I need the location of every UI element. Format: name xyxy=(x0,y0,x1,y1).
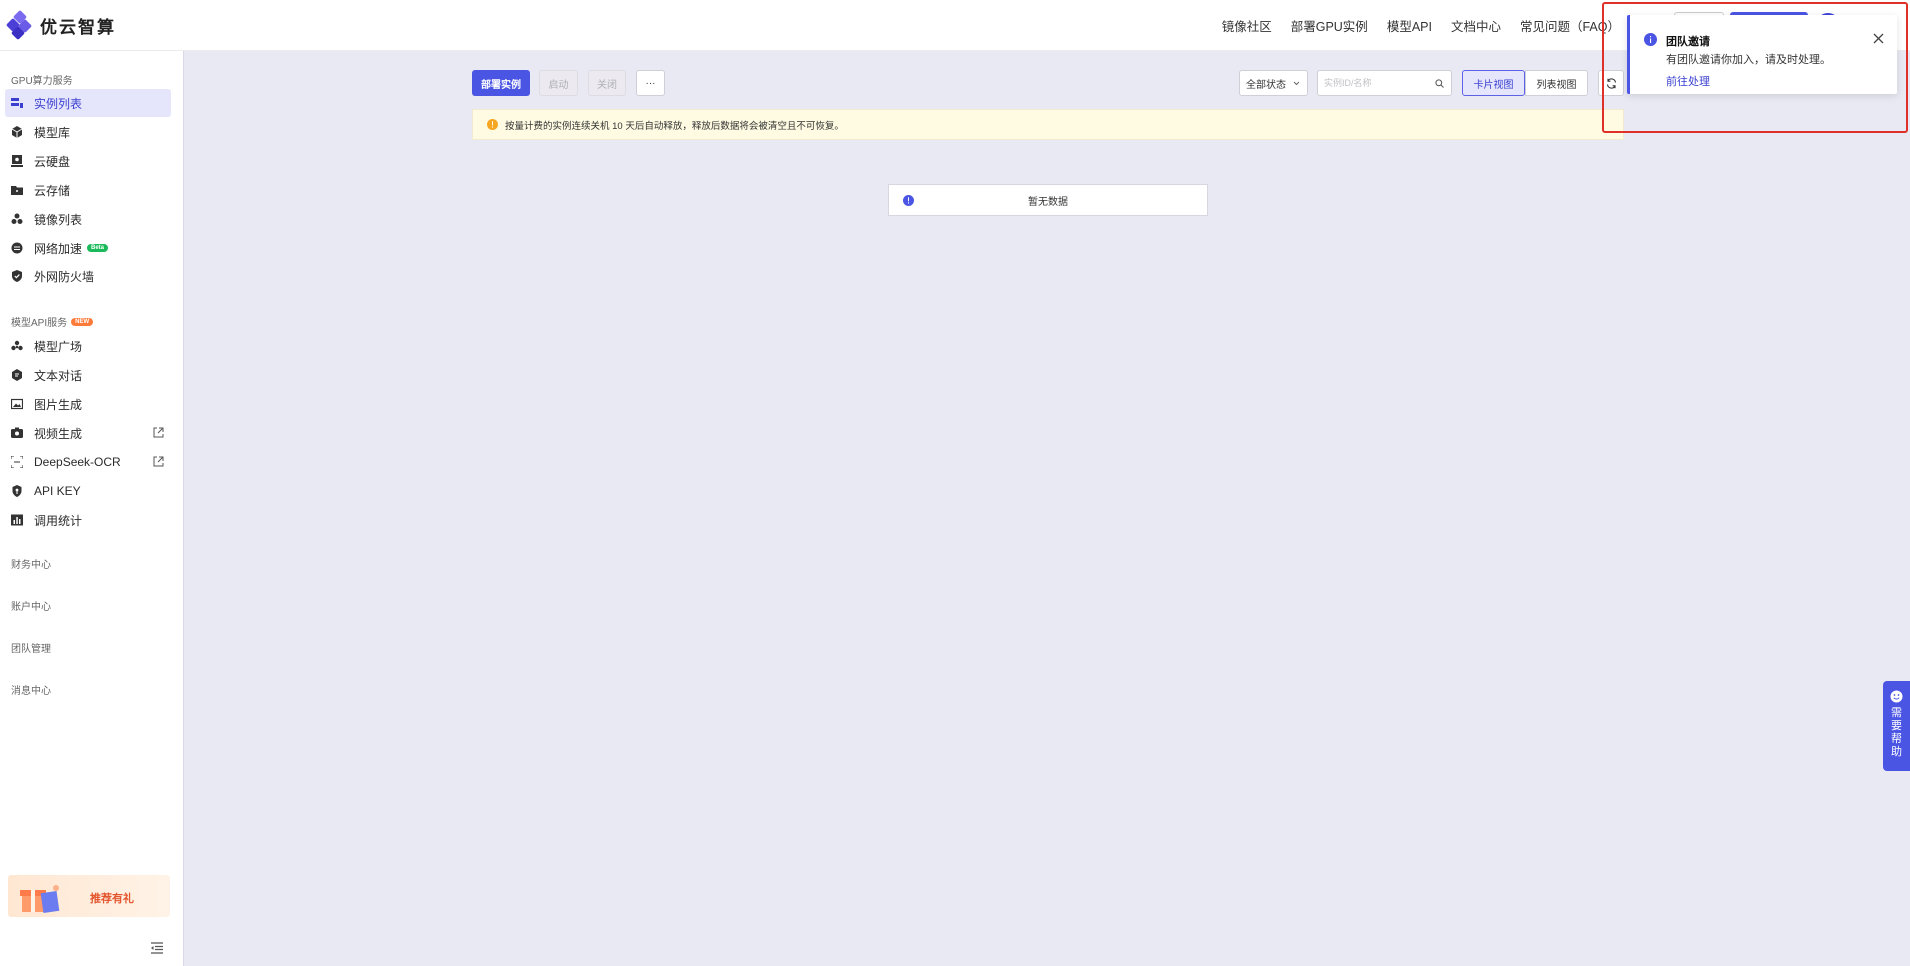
info-icon xyxy=(1644,33,1657,46)
warning-icon xyxy=(487,119,498,130)
search-input[interactable] xyxy=(1318,71,1426,95)
empty-state: 暂无数据 xyxy=(888,184,1208,216)
external-link-icon xyxy=(153,456,164,467)
sidebar-item-label: 镜像列表 xyxy=(34,212,83,227)
sidebar-item-label: 实例列表 xyxy=(34,96,83,111)
nav-docs[interactable]: 文档中心 xyxy=(1451,16,1501,35)
sidebar-item-video-gen[interactable]: 视频生成 xyxy=(5,419,171,447)
sidebar-item-image-list[interactable]: 镜像列表 xyxy=(5,205,171,233)
folder-icon xyxy=(11,184,23,196)
smile-icon xyxy=(1890,690,1903,703)
search-icon[interactable] xyxy=(1435,79,1444,88)
instance-search xyxy=(1317,70,1452,96)
sidebar-item-label: 云硬盘 xyxy=(34,154,71,169)
sidebar-item-label: 模型广场 xyxy=(34,339,83,354)
deploy-instance-button[interactable]: 部署实例 xyxy=(472,70,530,96)
status-filter-value: 全部状态 xyxy=(1246,79,1286,91)
server-list-icon xyxy=(11,97,23,109)
nav-faq[interactable]: 常见问题（FAQ） xyxy=(1520,16,1620,35)
nav-image-community[interactable]: 镜像社区 xyxy=(1222,16,1272,35)
go-handle-link[interactable]: 前往处理 xyxy=(1666,73,1710,89)
external-link-icon xyxy=(153,427,164,438)
sidebar: GPU算力服务 实例列表 模型库 云硬盘 云存储 镜像列表 网络加速 Beta … xyxy=(0,51,184,966)
sidebar-item-model-library[interactable]: 模型库 xyxy=(5,118,171,146)
logo[interactable]: 优云智算 xyxy=(5,9,116,41)
sidebar-item-label: 调用统计 xyxy=(34,513,83,528)
section-account[interactable]: 账户中心 xyxy=(11,598,51,613)
refresh-button[interactable] xyxy=(1598,70,1624,96)
start-button[interactable]: 启动 xyxy=(539,70,578,96)
chat-icon xyxy=(11,369,23,381)
nav-model-api[interactable]: 模型API xyxy=(1387,16,1432,35)
app-name: 优云智算 xyxy=(40,17,116,37)
notification-title: 团队邀请 xyxy=(1666,36,1710,48)
info-icon xyxy=(903,195,914,206)
gift-icon xyxy=(20,885,60,914)
shield-icon xyxy=(11,270,23,282)
sidebar-item-deepseek-ocr[interactable]: DeepSeek-OCR xyxy=(5,448,171,476)
sidebar-item-cloud-storage[interactable]: 云存储 xyxy=(5,176,171,204)
image-icon xyxy=(11,398,23,410)
video-icon xyxy=(11,427,23,439)
sidebar-item-text-chat[interactable]: 文本对话 xyxy=(5,361,171,389)
new-badge: NEW xyxy=(71,317,94,326)
empty-text: 暂无数据 xyxy=(1028,196,1068,208)
beta-badge: Beta xyxy=(87,244,109,252)
sidebar-item-firewall[interactable]: 外网防火墙 xyxy=(5,262,171,290)
more-actions-button[interactable]: ··· xyxy=(636,70,665,96)
status-filter-select[interactable]: 全部状态 xyxy=(1239,70,1308,96)
sidebar-item-label: 外网防火墙 xyxy=(34,269,95,284)
section-finance[interactable]: 财务中心 xyxy=(11,556,51,571)
section-team[interactable]: 团队管理 xyxy=(11,640,51,655)
logo-icon xyxy=(5,9,33,41)
model-square-icon xyxy=(11,340,23,352)
team-invite-notification: 团队邀请 有团队邀请你加入，请及时处理。 前往处理 xyxy=(1627,15,1897,94)
chevron-down-icon xyxy=(1293,81,1300,86)
stats-icon xyxy=(11,514,23,526)
section-messages[interactable]: 消息中心 xyxy=(11,682,51,697)
section-gpu-title: GPU算力服务 xyxy=(11,76,73,87)
sidebar-item-label: API KEY xyxy=(34,484,81,498)
promo-text: 推荐有礼 xyxy=(90,893,134,905)
refresh-icon xyxy=(1606,77,1616,89)
help-button[interactable]: 需要帮助 xyxy=(1883,681,1910,771)
network-icon xyxy=(11,242,23,254)
sidebar-item-label: 图片生成 xyxy=(34,397,83,412)
sidebar-item-image-gen[interactable]: 图片生成 xyxy=(5,390,171,418)
auto-release-alert: 按量计费的实例连续关机 10 天后自动释放，释放后数据将会被清空且不可恢复。 xyxy=(472,109,1624,140)
alert-text: 按量计费的实例连续关机 10 天后自动释放，释放后数据将会被清空且不可恢复。 xyxy=(505,120,844,132)
notification-body: 有团队邀请你加入，请及时处理。 xyxy=(1666,54,1831,66)
sidebar-item-usage-stats[interactable]: 调用统计 xyxy=(5,506,171,534)
top-nav: 镜像社区 部署GPU实例 模型API 文档中心 常见问题（FAQ） xyxy=(1222,16,1620,35)
disk-icon xyxy=(11,155,23,167)
sidebar-item-label: 文本对话 xyxy=(34,368,83,383)
key-icon xyxy=(11,485,23,497)
stop-button[interactable]: 关闭 xyxy=(588,70,626,96)
sidebar-item-cloud-disk[interactable]: 云硬盘 xyxy=(5,147,171,175)
top-header: 优云智算 镜像社区 部署GPU实例 模型API 文档中心 常见问题（FAQ） xyxy=(0,0,1910,51)
sidebar-item-instances[interactable]: 实例列表 xyxy=(5,89,171,117)
images-icon xyxy=(11,213,23,225)
sidebar-item-model-square[interactable]: 模型广场 xyxy=(5,332,171,360)
collapse-sidebar-icon[interactable] xyxy=(150,941,164,955)
sidebar-item-network-accel[interactable]: 网络加速 Beta xyxy=(5,234,171,262)
help-label: 需要帮助 xyxy=(1891,707,1902,758)
referral-promo-banner[interactable]: 推荐有礼 xyxy=(8,875,170,917)
nav-deploy-gpu[interactable]: 部署GPU实例 xyxy=(1291,16,1368,35)
sidebar-item-label: 模型库 xyxy=(34,125,71,140)
sidebar-item-label: 视频生成 xyxy=(34,426,83,441)
cube-icon xyxy=(11,126,23,138)
section-api-title: 模型API服务 NEW xyxy=(11,314,94,329)
sidebar-item-api-key[interactable]: API KEY xyxy=(5,477,171,505)
close-icon[interactable] xyxy=(1872,32,1885,45)
sidebar-item-label: DeepSeek-OCR xyxy=(34,455,121,469)
scan-icon xyxy=(11,456,23,468)
sidebar-item-label: 云存储 xyxy=(34,183,71,198)
list-view-tab[interactable]: 列表视图 xyxy=(1525,70,1588,96)
sidebar-item-label: 网络加速 xyxy=(34,241,83,256)
card-view-tab[interactable]: 卡片视图 xyxy=(1462,70,1525,96)
